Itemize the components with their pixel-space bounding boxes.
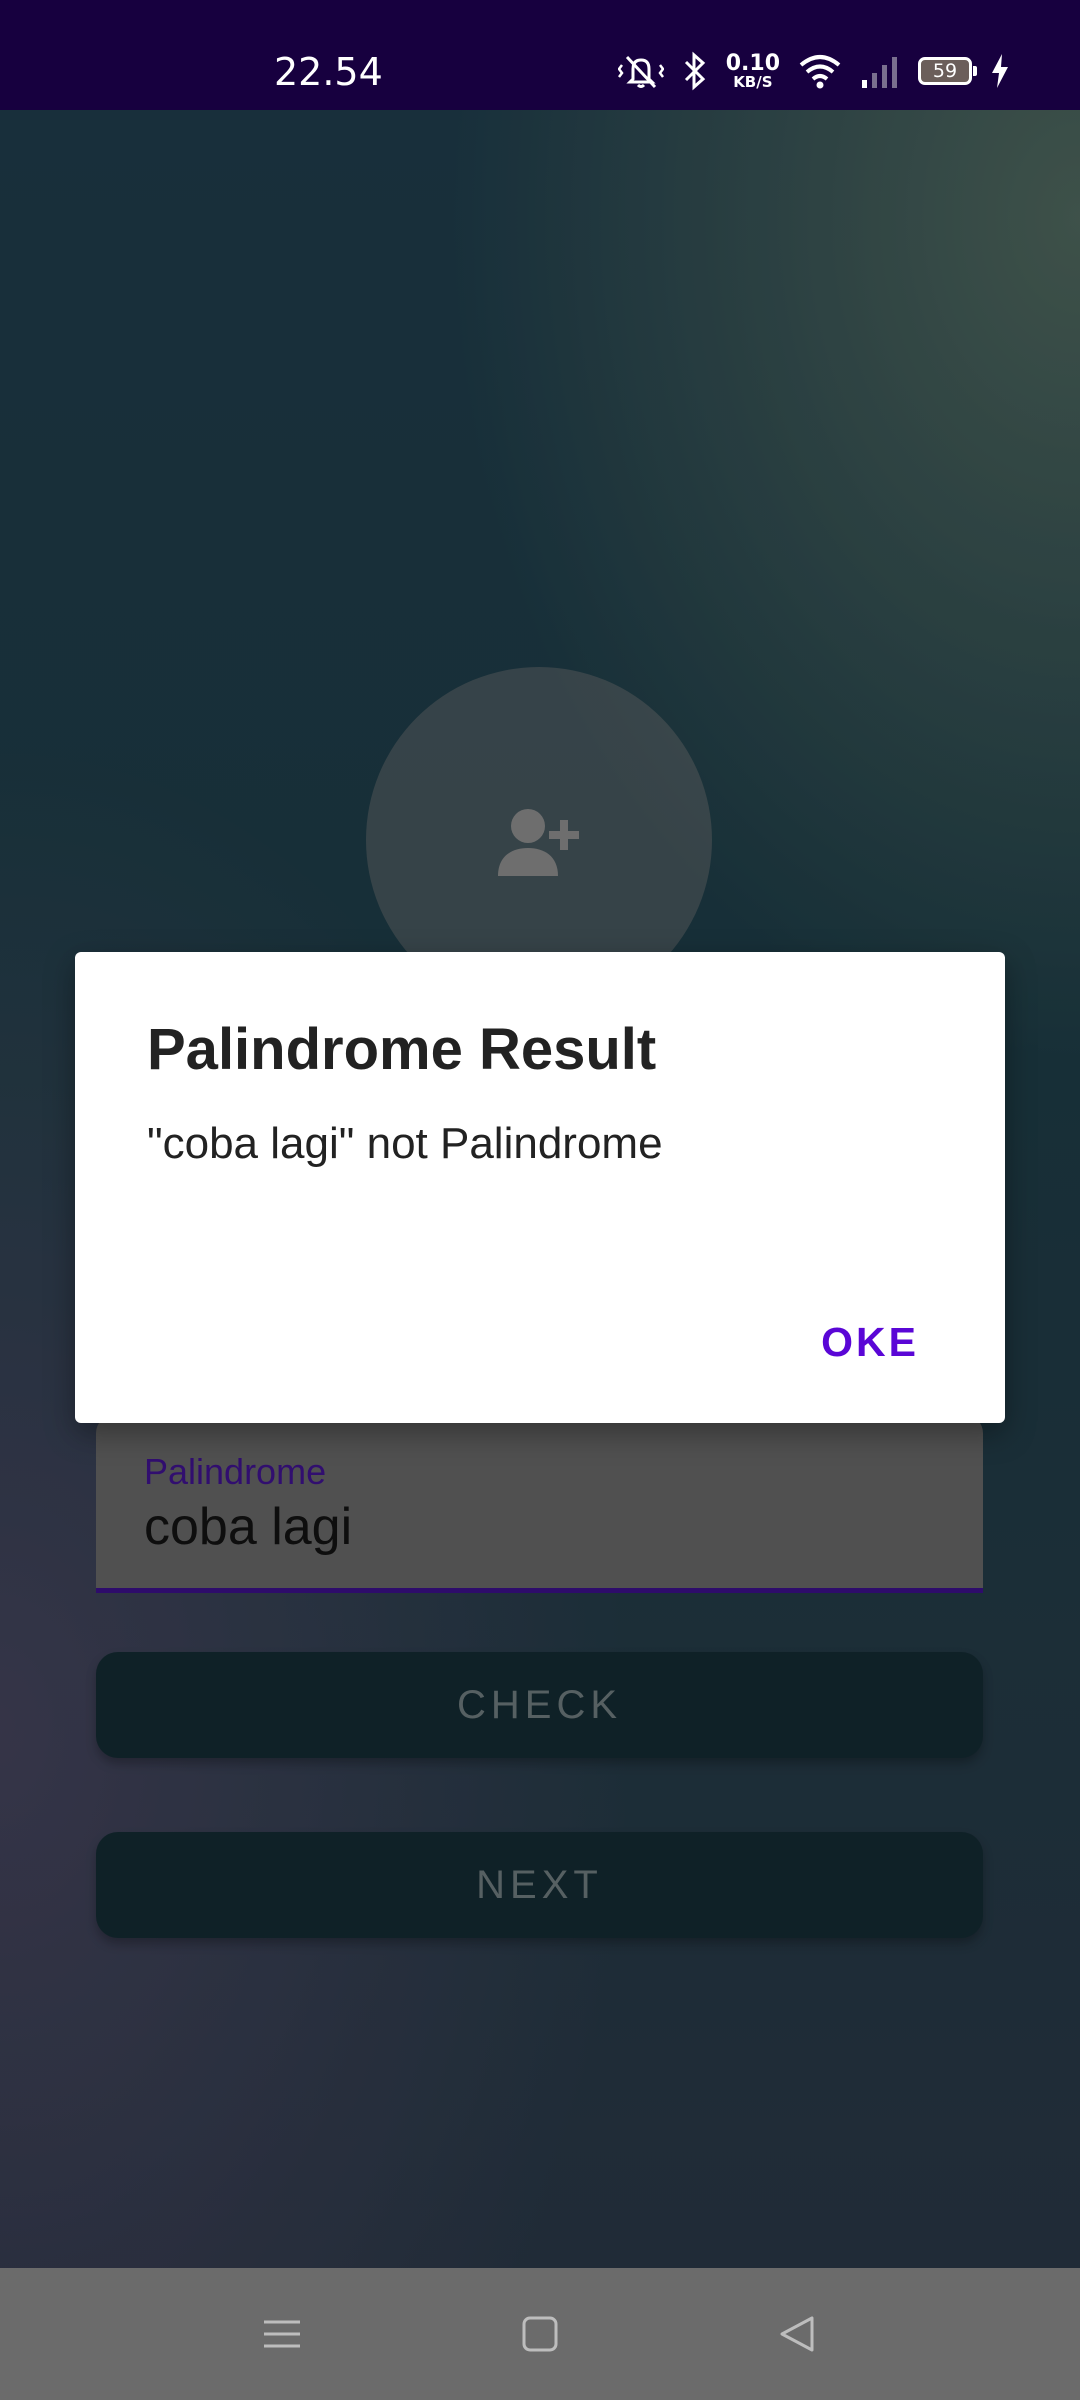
net-speed-unit: KB/S <box>733 72 773 91</box>
bluetooth-icon <box>684 51 705 91</box>
net-speed-value: 0.10 <box>725 50 780 76</box>
dialog-message: "coba lagi" not Palindrome <box>147 1119 663 1168</box>
battery-level: 59 <box>932 60 958 82</box>
home-icon[interactable] <box>516 2310 564 2358</box>
status-icons: 0.10 KB/S 59 <box>617 48 1010 94</box>
dialog-title: Palindrome Result <box>147 1017 657 1082</box>
screen: Palindrome coba lagi CHECK NEXT Palindro… <box>0 0 1080 2400</box>
status-bar: 22.54 0.10 KB/S 59 <box>0 0 1080 110</box>
battery-icon: 59 <box>918 57 977 85</box>
palindrome-result-dialog: Palindrome Result "coba lagi" not Palind… <box>75 952 1005 1423</box>
back-icon[interactable] <box>774 2310 822 2358</box>
signal-icon <box>862 57 897 88</box>
navigation-bar <box>0 2268 1080 2400</box>
charging-icon <box>992 54 1008 88</box>
oke-button[interactable]: OKE <box>821 1319 919 1366</box>
status-time: 22.54 <box>274 50 383 94</box>
menu-icon[interactable] <box>258 2310 306 2358</box>
vibrate-mute-icon <box>617 55 664 89</box>
net-speed: 0.10 KB/S <box>725 50 780 91</box>
wifi-icon <box>799 55 841 89</box>
